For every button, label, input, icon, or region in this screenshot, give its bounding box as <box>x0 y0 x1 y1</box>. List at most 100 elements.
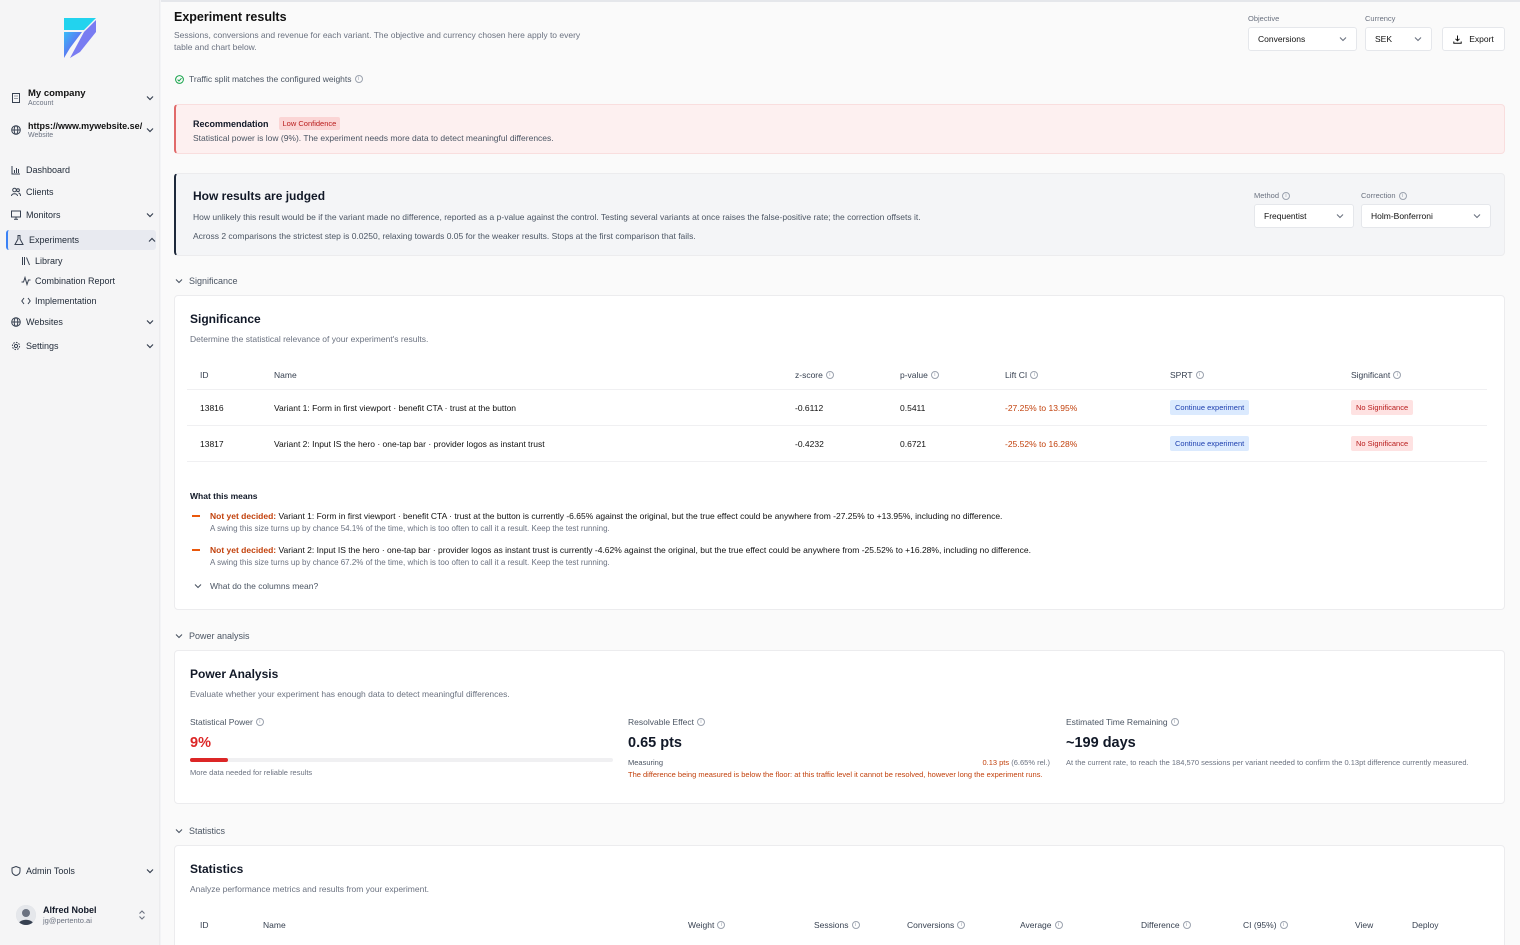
info-icon[interactable]: i <box>825 371 834 379</box>
shield-icon <box>10 866 21 877</box>
columns-help-toggle[interactable]: What do the columns mean? <box>194 581 318 591</box>
statistical-power-label: Statistical Power <box>190 717 253 727</box>
sidebar-item-label: Implementation <box>35 295 97 306</box>
sidebar-item-monitors[interactable]: Monitors <box>10 207 154 223</box>
objective-select[interactable]: Conversions <box>1248 27 1357 51</box>
website-sub: Website <box>28 132 54 139</box>
sidebar-item-admin-tools[interactable]: Admin Tools <box>10 863 154 879</box>
cell-name: Variant 1: Form in first viewport · bene… <box>274 403 517 413</box>
user-menu[interactable]: Alfred Nobel jg@pertento.ai <box>16 905 146 925</box>
interpretation-text: Variant 1: Form in first viewport · bene… <box>278 511 1003 521</box>
sprt-badge: Continue experiment <box>1170 436 1250 451</box>
divider <box>187 389 1487 390</box>
method-value: Frequentist <box>1264 211 1307 221</box>
column-header-average: Average i <box>1020 920 1063 930</box>
dash-marker <box>192 549 200 551</box>
column-header-label: Weight <box>688 920 715 930</box>
recommendation-banner: Recommendation Low Confidence Statistica… <box>174 104 1505 154</box>
sidebar-item-label: Monitors <box>26 210 61 220</box>
chevron-down-icon <box>146 869 154 874</box>
correction-label: Correction <box>1361 191 1396 200</box>
info-icon[interactable]: i <box>697 718 705 726</box>
page-title: Experiment results <box>174 10 287 24</box>
statistics-subtitle: Analyze performance metrics and results … <box>190 884 430 894</box>
judging-text-2: Across 2 comparisons the strictest step … <box>193 231 696 241</box>
chevron-down-icon <box>175 279 183 284</box>
statistical-power-label-wrap: Statistical Power i <box>190 717 264 727</box>
chevron-down-icon <box>146 213 154 218</box>
resolvable-effect-label-wrap: Resolvable Effect i <box>628 717 705 727</box>
sidebar-item-label: Combination Report <box>35 275 116 286</box>
chevron-updown-icon <box>139 910 145 920</box>
method-select[interactable]: Frequentist <box>1254 204 1354 228</box>
sidebar-subitem-combination-report[interactable]: Combination Report <box>20 275 115 286</box>
main-content: Experiment results Sessions, conversions… <box>161 0 1520 945</box>
info-icon[interactable]: i <box>1030 371 1039 379</box>
interpretation-text: Variant 2: Input IS the hero · one-tap b… <box>278 545 1031 555</box>
columns-help-label: What do the columns mean? <box>210 581 319 591</box>
column-header-conversions: Conversions i <box>907 920 966 930</box>
sidebar-subitem-implementation[interactable]: Implementation <box>20 295 97 306</box>
chevron-down-icon <box>1339 37 1347 42</box>
measuring-label: Measuring <box>628 758 664 767</box>
cell-z-score: -0.4232 <box>795 439 824 449</box>
info-icon[interactable]: i <box>1170 718 1179 726</box>
column-header-id: ID <box>200 920 209 930</box>
info-icon[interactable]: i <box>255 718 264 726</box>
info-icon[interactable]: i <box>1393 371 1402 379</box>
significance-section-toggle[interactable]: Significance <box>175 276 238 286</box>
website-switcher[interactable]: https://www.mywebsite.se/Website <box>10 121 154 139</box>
account-switcher[interactable]: My company Account <box>10 88 154 107</box>
statistics-section-toggle[interactable]: Statistics <box>175 826 225 836</box>
avatar <box>16 905 36 925</box>
info-icon[interactable]: i <box>1282 191 1291 200</box>
column-header-label: SPRT <box>1170 370 1193 380</box>
resolvable-effect-value: 0.65 pts <box>628 735 682 751</box>
correction-select[interactable]: Holm-Bonferroni <box>1361 204 1491 228</box>
method-label-wrap: Method i <box>1254 191 1291 200</box>
info-icon[interactable]: i <box>1195 371 1204 379</box>
info-icon[interactable]: i <box>957 921 966 929</box>
power-subtitle: Evaluate whether your experiment has eno… <box>190 689 510 699</box>
sidebar-item-clients[interactable]: Clients <box>10 184 154 200</box>
significance-badge: No Significance <box>1351 436 1414 451</box>
export-button[interactable]: Export <box>1442 27 1505 51</box>
sidebar-item-label: Dashboard <box>26 165 71 175</box>
recommendation-title: Recommendation <box>193 118 269 129</box>
sidebar-item-settings[interactable]: Settings <box>10 338 154 354</box>
info-icon[interactable]: i <box>930 371 939 379</box>
info-icon[interactable]: i <box>354 75 363 83</box>
objective-label: Objective <box>1248 14 1280 23</box>
info-icon[interactable]: i <box>1279 921 1288 929</box>
sidebar-item-dashboard[interactable]: Dashboard <box>10 162 154 178</box>
sidebar-item-websites[interactable]: Websites <box>10 314 154 330</box>
sidebar-item-experiments[interactable]: Experiments <box>6 230 156 250</box>
power-section-toggle[interactable]: Power analysis <box>175 631 250 641</box>
cell-id: 13816 <box>200 403 224 413</box>
app-logo-icon[interactable] <box>62 18 98 60</box>
column-header-label: CI (95%) <box>1243 920 1277 930</box>
info-icon[interactable]: i <box>1054 921 1063 929</box>
sidebar-subitem-library[interactable]: Library <box>20 255 63 266</box>
column-header-label: Significant <box>1351 370 1391 380</box>
recommendation-text: Statistical power is low (9%). The exper… <box>193 133 554 143</box>
currency-label: Currency <box>1365 14 1396 23</box>
time-remaining-label: Estimated Time Remaining <box>1066 717 1168 727</box>
info-icon[interactable]: i <box>1182 921 1191 929</box>
info-icon[interactable]: i <box>1398 191 1407 200</box>
column-header-significant: Significant i <box>1351 370 1402 380</box>
column-header-label: Difference <box>1141 920 1180 930</box>
gear-icon <box>10 341 21 352</box>
measuring-rel: (6.65% rel.) <box>1011 758 1050 767</box>
chevron-down-icon <box>1473 214 1481 219</box>
chevron-down-icon <box>1336 214 1344 219</box>
section-label: Power analysis <box>189 631 250 641</box>
currency-select[interactable]: SEK <box>1365 27 1432 51</box>
power-progress-fill <box>190 758 229 762</box>
info-icon[interactable]: i <box>717 921 726 929</box>
column-header-label: Sessions <box>814 920 849 930</box>
info-icon[interactable]: i <box>851 921 860 929</box>
column-header-lift-ci: Lift CI i <box>1005 370 1039 380</box>
cell-id: 13817 <box>200 439 224 449</box>
measuring-value: 0.13 pts <box>982 758 1010 767</box>
